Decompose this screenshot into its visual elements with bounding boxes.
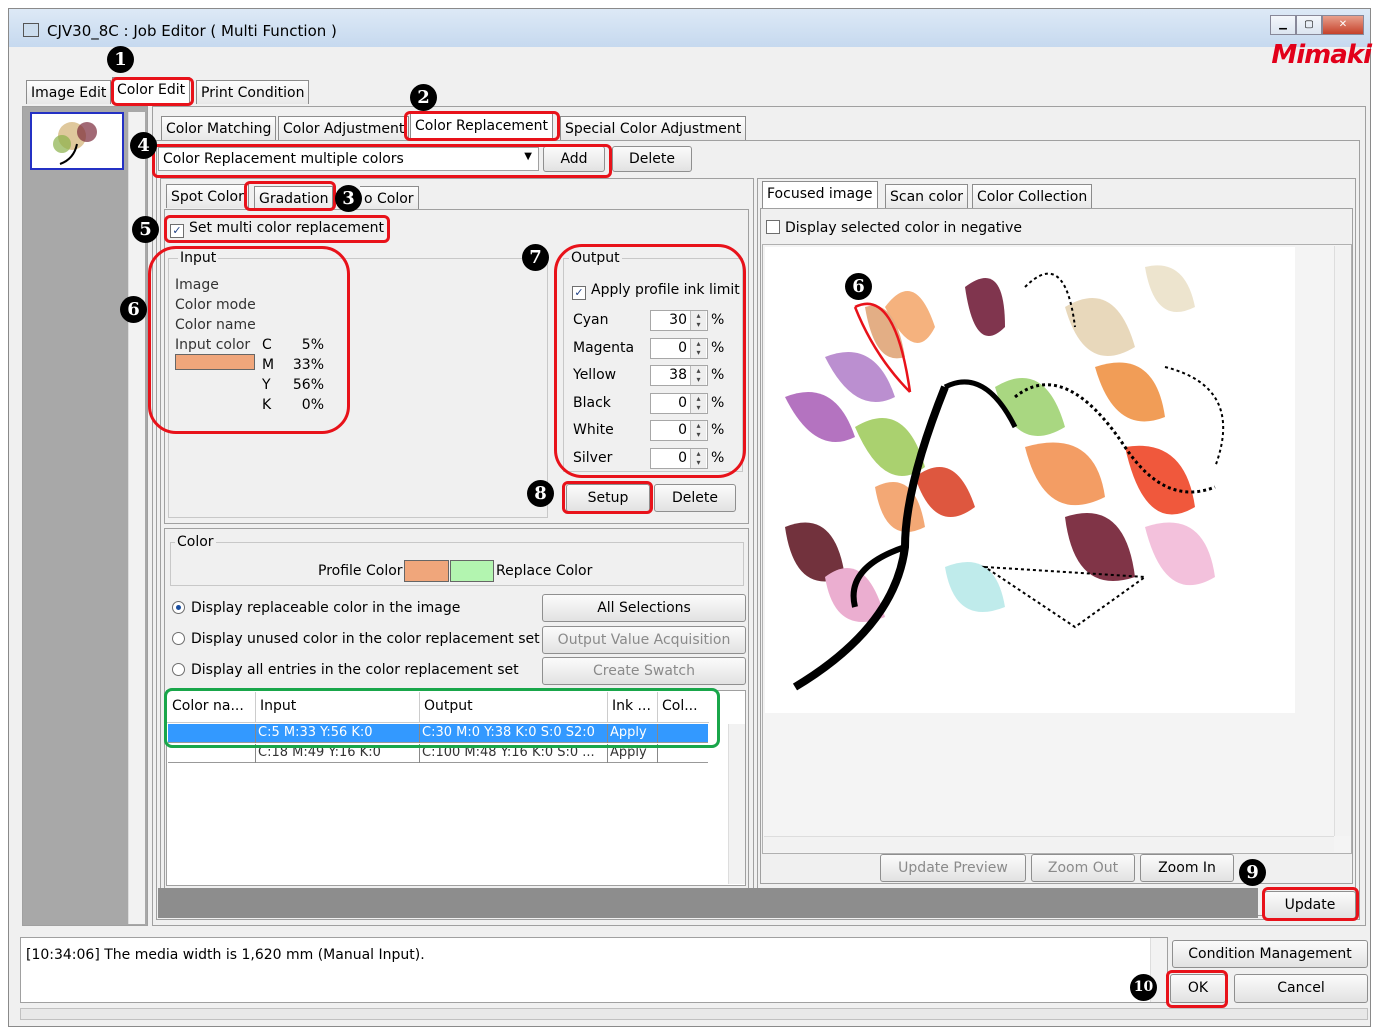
window-title: CJV30_8C : Job Editor ( Multi Function ) xyxy=(47,22,337,40)
zoom-out-button[interactable]: Zoom Out xyxy=(1031,854,1135,882)
callout-9: 9 xyxy=(1239,859,1266,886)
log-message: [10:34:06] The media width is 1,620 mm (… xyxy=(26,947,425,963)
delete-set-button[interactable]: Delete xyxy=(612,146,692,172)
tab-special-color-adjustment[interactable]: Special Color Adjustment xyxy=(560,116,747,140)
profile-color-label: Profile Color xyxy=(318,563,403,579)
callout-10: 10 xyxy=(1130,974,1157,1001)
preview-hscroll[interactable] xyxy=(764,836,1334,852)
create-swatch-button[interactable]: Create Swatch xyxy=(542,657,746,685)
callout-8: 8 xyxy=(527,480,554,507)
callout-2: 2 xyxy=(410,84,437,111)
replace-color-swatch xyxy=(450,560,494,582)
preview-image xyxy=(765,247,1295,713)
radio-icon xyxy=(172,663,185,676)
highlight-color-replacement xyxy=(404,111,560,141)
callout-6: 6 xyxy=(120,296,147,323)
replace-color-label: Replace Color xyxy=(496,563,593,579)
highlight-color-edit xyxy=(111,77,194,106)
radio-icon xyxy=(172,632,185,645)
radio-unused[interactable]: Display unused color in the color replac… xyxy=(172,631,540,647)
output-value-acquisition-button[interactable]: Output Value Acquisition xyxy=(542,626,746,654)
radio-all-entries-label: Display all entries in the color replace… xyxy=(191,662,519,678)
highlight-input xyxy=(148,246,350,434)
callout-1: 1 xyxy=(107,46,134,73)
tab-auto-color[interactable]: o Color xyxy=(360,186,419,210)
radio-icon xyxy=(172,601,185,614)
negative-label: Display selected color in negative xyxy=(785,220,1022,236)
highlight-set-select xyxy=(152,144,612,178)
tab-print-condition[interactable]: Print Condition xyxy=(196,80,310,104)
color-group-title: Color xyxy=(175,534,216,550)
title-bar: CJV30_8C : Job Editor ( Multi Function )… xyxy=(9,9,1370,47)
callout-6-image: 6 xyxy=(845,273,872,300)
table-scrollbar[interactable] xyxy=(728,724,745,884)
radio-unused-label: Display unused color in the color replac… xyxy=(191,631,540,647)
tab-scan-color[interactable]: Scan color xyxy=(885,184,968,208)
highlight-multi xyxy=(164,215,390,243)
highlight-update xyxy=(1262,887,1359,921)
app-icon xyxy=(23,23,39,37)
mimaki-logo: Mimaki xyxy=(1271,40,1372,70)
checkbox-icon xyxy=(766,220,780,234)
callout-5: 5 xyxy=(132,216,159,243)
highlight-gradation xyxy=(244,181,336,211)
highlight-table-row xyxy=(164,688,720,748)
radio-all-entries[interactable]: Display all entries in the color replace… xyxy=(172,662,519,678)
tab-color-collection[interactable]: Color Collection xyxy=(972,184,1093,208)
radio-replaceable[interactable]: Display replaceable color in the image xyxy=(172,600,460,616)
radio-replaceable-label: Display replaceable color in the image xyxy=(191,600,461,616)
status-strip xyxy=(158,888,1258,918)
progress-bar xyxy=(20,1008,1368,1020)
close-button[interactable]: ✕ xyxy=(1322,15,1364,35)
tab-focused-image[interactable]: Focused image xyxy=(762,181,878,208)
update-preview-button[interactable]: Update Preview xyxy=(880,854,1026,882)
highlight-setup xyxy=(562,481,653,514)
tab-color-matching[interactable]: Color Matching xyxy=(161,116,277,140)
all-selections-button[interactable]: All Selections xyxy=(542,594,746,622)
preview-vscroll[interactable] xyxy=(1334,246,1351,836)
callout-4: 4 xyxy=(130,132,157,159)
log-box: [10:34:06] The media width is 1,620 mm (… xyxy=(20,937,1168,1003)
maximize-button[interactable]: ▢ xyxy=(1296,15,1322,35)
highlight-output xyxy=(554,244,746,478)
delete-output-button[interactable]: Delete xyxy=(654,484,736,512)
tab-color-adjustment[interactable]: Color Adjustment xyxy=(278,116,410,140)
highlight-ok xyxy=(1166,970,1228,1008)
minimize-button[interactable]: ▁ xyxy=(1270,15,1296,35)
condition-management-button[interactable]: Condition Management xyxy=(1172,940,1368,968)
callout-3: 3 xyxy=(335,185,362,212)
tab-spot-color[interactable]: Spot Color xyxy=(166,184,249,208)
job-thumbnail[interactable] xyxy=(30,112,124,170)
zoom-in-button[interactable]: Zoom In xyxy=(1140,854,1234,882)
cancel-button[interactable]: Cancel xyxy=(1234,974,1368,1003)
tab-image-edit[interactable]: Image Edit xyxy=(26,80,112,104)
negative-checkbox[interactable]: Display selected color in negative xyxy=(766,220,1022,236)
callout-7: 7 xyxy=(522,244,549,271)
profile-color-swatch xyxy=(404,560,449,582)
